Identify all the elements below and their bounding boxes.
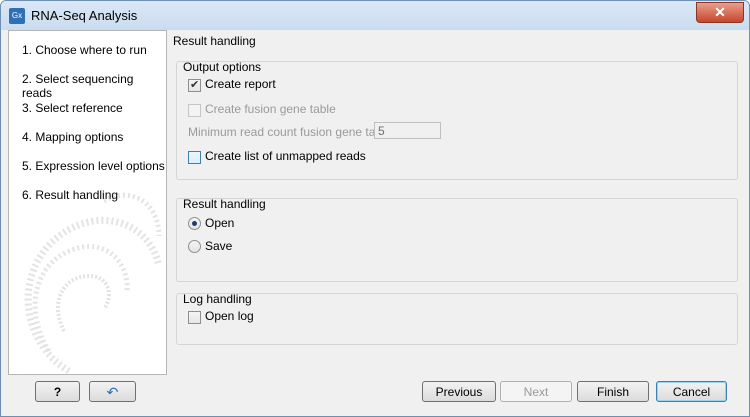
open-log-label: Open log <box>205 309 254 323</box>
dialog-window: Gx RNA-Seq Analysis ✕ 1. Choose where to… <box>0 0 750 417</box>
checkmark-icon: ✔ <box>190 79 200 91</box>
dna-spiral-watermark <box>24 192 163 374</box>
result-handling-label: Result handling <box>183 197 266 211</box>
next-button[interactable]: Next <box>500 381 572 402</box>
open-radio[interactable] <box>188 217 201 230</box>
step-expression-level-options: 5. Expression level options <box>22 159 165 173</box>
app-icon: Gx <box>9 8 25 24</box>
create-unmapped-reads-checkbox[interactable] <box>188 151 201 164</box>
step-select-reference: 3. Select reference <box>22 101 123 115</box>
title-bar: Gx RNA-Seq Analysis ✕ <box>1 1 749 30</box>
save-label: Save <box>205 239 233 253</box>
log-handling-group: Log handling Open log <box>176 292 738 345</box>
window-title: RNA-Seq Analysis <box>31 8 138 23</box>
close-button[interactable]: ✕ <box>696 2 744 23</box>
steps-panel: 1. Choose where to run 2. Select sequenc… <box>8 30 167 375</box>
min-read-count-input[interactable]: 5 <box>374 122 441 139</box>
log-handling-label: Log handling <box>183 292 252 306</box>
reset-button[interactable]: ↶ <box>89 381 136 402</box>
page-title: Result handling <box>173 34 256 48</box>
result-handling-panel: Result handling Output options ✔ Create … <box>172 30 742 377</box>
create-fusion-gene-table-checkbox[interactable] <box>188 104 201 117</box>
create-fusion-gene-table-label: Create fusion gene table <box>205 102 336 116</box>
result-handling-group: Result handling Open Save <box>176 197 738 282</box>
button-bar: ? ↶ Previous Next Finish Cancel <box>8 377 742 409</box>
help-button[interactable]: ? <box>35 381 80 402</box>
step-choose-where-to-run: 1. Choose where to run <box>22 43 147 57</box>
create-report-label: Create report <box>205 77 276 91</box>
open-log-checkbox[interactable] <box>188 311 201 324</box>
dialog-body: 1. Choose where to run 2. Select sequenc… <box>8 30 742 377</box>
create-unmapped-reads-label: Create list of unmapped reads <box>205 149 366 163</box>
finish-button[interactable]: Finish <box>577 381 649 402</box>
step-select-sequencing-reads: 2. Select sequencing reads <box>22 72 134 100</box>
save-radio[interactable] <box>188 240 201 253</box>
radio-selected-dot <box>192 221 197 226</box>
output-options-group: Output options ✔ Create report Create fu… <box>176 60 738 180</box>
step-mapping-options: 4. Mapping options <box>22 130 124 144</box>
create-report-checkbox[interactable]: ✔ <box>188 79 201 92</box>
output-options-label: Output options <box>183 60 262 74</box>
cancel-button[interactable]: Cancel <box>656 381 727 402</box>
open-label: Open <box>205 216 235 230</box>
min-read-count-label: Minimum read count fusion gene table <box>188 125 392 139</box>
previous-button[interactable]: Previous <box>422 381 496 402</box>
